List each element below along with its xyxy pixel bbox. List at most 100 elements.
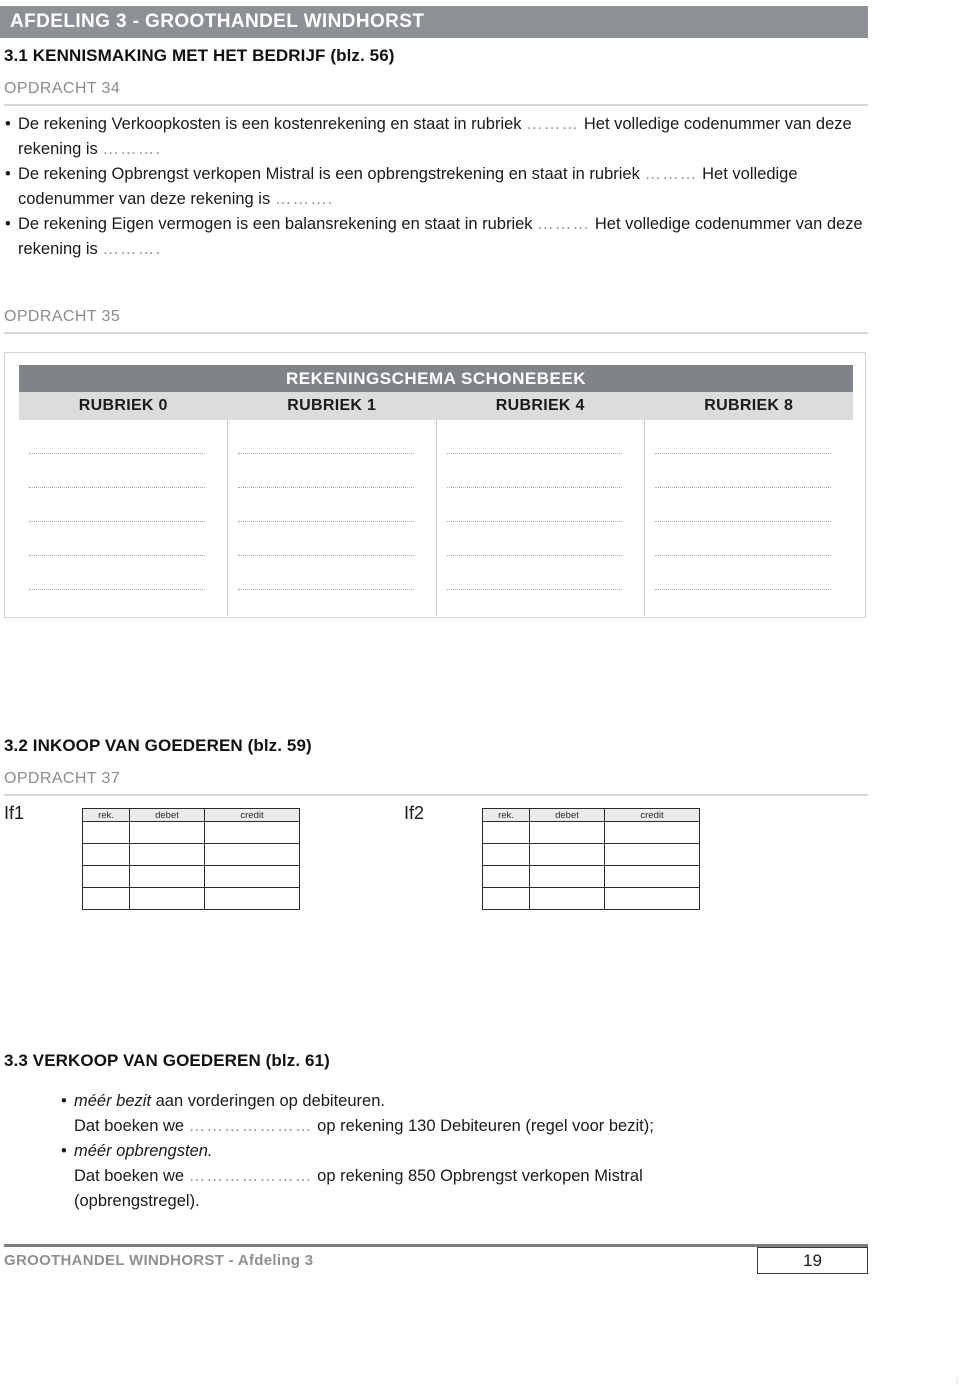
cell-debet[interactable] bbox=[529, 821, 605, 844]
cell-debet[interactable] bbox=[529, 887, 605, 910]
journal-table-if2[interactable]: rek. debet credit bbox=[482, 808, 700, 910]
divider-rule-2 bbox=[4, 332, 868, 334]
blank-write-line[interactable] bbox=[29, 589, 205, 590]
table-row[interactable] bbox=[482, 821, 700, 844]
column-header-debet: debet bbox=[529, 808, 605, 822]
rubriek-8-column[interactable] bbox=[645, 420, 853, 616]
blank-write-line[interactable] bbox=[237, 521, 414, 522]
list-item-continuation: Dat boeken we ………………… op rekening 850 Op… bbox=[60, 1164, 870, 1189]
bullet-text-rest: aan vorderingen op debiteuren. bbox=[151, 1092, 385, 1110]
dotted-leader: ………. bbox=[102, 240, 162, 258]
opdracht-label-34: OPDRACHT 34 bbox=[4, 80, 121, 97]
table-row[interactable] bbox=[82, 865, 300, 888]
column-header-rubriek-1: RUBRIEK 1 bbox=[287, 397, 377, 414]
opdracht-label-35: OPDRACHT 35 bbox=[4, 308, 121, 325]
blank-write-line[interactable] bbox=[446, 487, 623, 488]
bullet-text-part1: De rekening Verkoopkosten is een kostenr… bbox=[18, 115, 522, 133]
journal-label-if2: If2 bbox=[404, 803, 425, 823]
cell-rek[interactable] bbox=[482, 843, 530, 866]
list-item: • méér opbrengsten. bbox=[60, 1139, 870, 1164]
blank-write-line[interactable] bbox=[29, 487, 205, 488]
dotted-leader: ……… bbox=[537, 215, 591, 233]
blank-write-line[interactable] bbox=[29, 555, 205, 556]
bullet-icon: • bbox=[61, 1092, 67, 1110]
column-header-rek: rek. bbox=[82, 808, 130, 822]
cell-rek[interactable] bbox=[82, 843, 130, 866]
bullet-emphasis: méér opbrengsten. bbox=[74, 1142, 213, 1160]
cell-credit[interactable] bbox=[204, 887, 300, 910]
column-header-credit: credit bbox=[604, 808, 700, 822]
cell-rek[interactable] bbox=[82, 887, 130, 910]
blank-write-line[interactable] bbox=[446, 453, 623, 454]
bullet-icon: • bbox=[5, 165, 11, 183]
blank-write-line[interactable] bbox=[29, 521, 205, 522]
journal-table-if1[interactable]: rek. debet credit bbox=[82, 808, 300, 910]
table-row[interactable] bbox=[82, 887, 300, 910]
cell-debet[interactable] bbox=[529, 843, 605, 866]
dat-boeken-we-label: Dat boeken we bbox=[74, 1167, 185, 1185]
dotted-leader: ………………… bbox=[188, 1167, 313, 1185]
table-row[interactable] bbox=[82, 821, 300, 844]
blank-write-line[interactable] bbox=[655, 487, 831, 488]
cell-rek[interactable] bbox=[82, 865, 130, 888]
column-header-credit: credit bbox=[204, 808, 300, 822]
cell-credit[interactable] bbox=[204, 865, 300, 888]
cell-rek[interactable] bbox=[482, 887, 530, 910]
blank-write-line[interactable] bbox=[237, 487, 414, 488]
blank-write-line[interactable] bbox=[655, 589, 831, 590]
cell-credit[interactable] bbox=[204, 843, 300, 866]
blank-write-line[interactable] bbox=[446, 555, 623, 556]
rekeningschema-title: REKENINGSCHEMA SCHONEBEEK bbox=[19, 365, 853, 392]
blank-write-line[interactable] bbox=[655, 555, 831, 556]
cell-credit[interactable] bbox=[204, 821, 300, 844]
column-header-rubriek-8: RUBRIEK 8 bbox=[704, 397, 794, 414]
blank-write-line[interactable] bbox=[446, 521, 623, 522]
page-number-box: 19 bbox=[757, 1247, 868, 1274]
blank-write-line[interactable] bbox=[237, 555, 414, 556]
cell-debet[interactable] bbox=[129, 865, 205, 888]
bullet-text-part1: De rekening Eigen vermogen is een balans… bbox=[18, 215, 533, 233]
blank-write-line[interactable] bbox=[446, 589, 623, 590]
list-item: • méér bezit aan vorderingen op debiteur… bbox=[60, 1089, 870, 1114]
table-header-row: rek. debet credit bbox=[482, 808, 700, 822]
divider-rule-3 bbox=[4, 794, 868, 796]
rubriek-4-column[interactable] bbox=[437, 420, 646, 616]
rubriek-1-column[interactable] bbox=[228, 420, 437, 616]
cell-debet[interactable] bbox=[529, 865, 605, 888]
blank-write-line[interactable] bbox=[655, 453, 831, 454]
footer-title: GROOTHANDEL WINDHORST - Afdeling 3 bbox=[4, 1252, 314, 1269]
list-item-continuation: Dat boeken we ………………… op rekening 130 De… bbox=[60, 1114, 870, 1139]
column-header-rek: rek. bbox=[482, 808, 530, 822]
cell-debet[interactable] bbox=[129, 821, 205, 844]
cell-credit[interactable] bbox=[604, 821, 700, 844]
rubriek-0-column[interactable] bbox=[19, 420, 228, 616]
dotted-leader: ………. bbox=[102, 140, 162, 158]
cell-rek[interactable] bbox=[482, 821, 530, 844]
column-header-rubriek-4: RUBRIEK 4 bbox=[495, 397, 585, 414]
dotted-leader: ……… bbox=[644, 165, 698, 183]
table-row[interactable] bbox=[82, 843, 300, 866]
bullet-text-post: op rekening 850 Opbrengst verkopen Mistr… bbox=[317, 1167, 643, 1185]
dotted-leader: ………. bbox=[274, 190, 334, 208]
blank-write-line[interactable] bbox=[655, 521, 831, 522]
cell-credit[interactable] bbox=[604, 865, 700, 888]
cell-rek[interactable] bbox=[82, 821, 130, 844]
list-item: • De rekening Opbrengst verkopen Mistral… bbox=[4, 162, 866, 212]
cell-debet[interactable] bbox=[129, 887, 205, 910]
blank-write-line[interactable] bbox=[237, 453, 414, 454]
cell-credit[interactable] bbox=[604, 843, 700, 866]
cell-credit[interactable] bbox=[604, 887, 700, 910]
cell-debet[interactable] bbox=[129, 843, 205, 866]
blank-write-line[interactable] bbox=[237, 589, 414, 590]
section-3-3-bullet-list: • méér bezit aan vorderingen op debiteur… bbox=[60, 1089, 870, 1214]
table-row[interactable] bbox=[482, 843, 700, 866]
bullet-text-part1: De rekening Opbrengst verkopen Mistral i… bbox=[18, 165, 640, 183]
blank-write-line[interactable] bbox=[29, 453, 205, 454]
table-row[interactable] bbox=[482, 865, 700, 888]
bullet-icon: • bbox=[5, 215, 11, 233]
divider-rule-1 bbox=[4, 104, 868, 106]
dat-boeken-we-label: Dat boeken we bbox=[74, 1117, 185, 1135]
cell-rek[interactable] bbox=[482, 865, 530, 888]
dotted-leader: ………………… bbox=[188, 1117, 313, 1135]
table-row[interactable] bbox=[482, 887, 700, 910]
